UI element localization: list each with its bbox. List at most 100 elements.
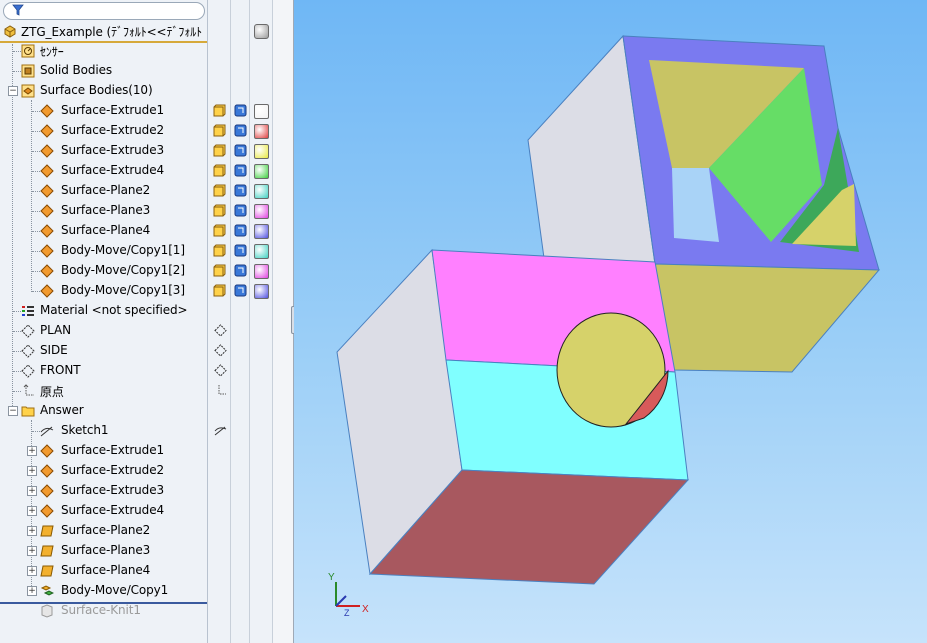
appearance-swatch[interactable] [254, 264, 269, 279]
appearance-swatch[interactable] [254, 184, 269, 199]
tree-item-label: Surface-Extrude3 [61, 483, 165, 497]
expand-toggle[interactable]: + [27, 586, 37, 596]
tree-item-surface-body[interactable]: Surface-Plane2 [0, 181, 207, 201]
tree-item-surface-body[interactable]: Body-Move/Copy1[2] [0, 261, 207, 281]
hide-show-icon[interactable] [213, 164, 226, 177]
expand-toggle[interactable]: + [27, 546, 37, 556]
tree-item-surface-bodies[interactable]: − Surface Bodies(10) [0, 81, 207, 101]
tree-item-plane-front[interactable]: FRONT [0, 361, 207, 381]
tree-item-label: Sketch1 [61, 423, 109, 437]
tree-item-answer-feature[interactable]: + Surface-Extrude2 [0, 461, 207, 481]
appearance-swatch[interactable] [254, 124, 269, 139]
surface-body-icon [40, 204, 54, 218]
graphics-viewport[interactable]: Y X Z [294, 0, 927, 643]
hide-show-icon[interactable] [213, 224, 226, 237]
appearance-swatch[interactable] [254, 284, 269, 299]
appearance-swatch[interactable] [254, 204, 269, 219]
expand-toggle[interactable]: + [27, 466, 37, 476]
tree-item-label: Surface-Knit1 [61, 603, 141, 617]
hide-show-icon[interactable] [213, 244, 226, 257]
tree-item-origin[interactable]: 原点 [0, 381, 207, 401]
surface-body-icon [40, 104, 54, 118]
tree-item-surface-body[interactable]: Surface-Extrude2 [0, 121, 207, 141]
display-mode-icon[interactable] [234, 224, 247, 237]
tree-item-plane-plan[interactable]: PLAN [0, 321, 207, 341]
collapse-toggle[interactable]: − [8, 406, 18, 416]
tree-item-answer-feature[interactable]: + Surface-Extrude4 [0, 501, 207, 521]
tree-item-solid-bodies[interactable]: Solid Bodies [0, 61, 207, 81]
display-mode-icon[interactable] [234, 284, 247, 297]
tree-item-label: Body-Move/Copy1[2] [61, 263, 185, 277]
expand-toggle[interactable]: + [27, 526, 37, 536]
hide-show-icon[interactable] [213, 264, 226, 277]
tree-item-plane-side[interactable]: SIDE [0, 341, 207, 361]
expand-toggle[interactable]: + [27, 566, 37, 576]
appearance-swatch[interactable] [254, 224, 269, 239]
plane-visibility-icon[interactable] [214, 344, 227, 357]
hide-show-icon[interactable] [213, 104, 226, 117]
appearance-swatch[interactable] [254, 24, 269, 39]
tree-item-answer-feature[interactable]: + Surface-Extrude3 [0, 481, 207, 501]
display-mode-icon[interactable] [234, 144, 247, 157]
tree-item-label: Surface-Extrude4 [61, 163, 165, 177]
tree-item-sensors[interactable]: ｾﾝｻｰ [0, 41, 207, 61]
display-mode-icon[interactable] [234, 164, 247, 177]
tree-item-answer-feature[interactable]: + Surface-Plane2 [0, 521, 207, 541]
tree-filter-input[interactable] [3, 2, 205, 20]
surface-body-icon [40, 244, 54, 258]
appearance-swatch[interactable] [254, 144, 269, 159]
triad-z-label: Z [344, 608, 350, 618]
tree-item-answer-feature[interactable]: Sketch1 [0, 421, 207, 441]
model-render[interactable]: Y X Z [294, 0, 927, 643]
display-mode-icon[interactable] [234, 244, 247, 257]
tree-item-label: SIDE [40, 343, 68, 357]
display-mode-icon[interactable] [234, 264, 247, 277]
hide-show-icon[interactable] [213, 144, 226, 157]
display-pane-column-hide-show [208, 0, 231, 643]
hide-show-icon[interactable] [213, 284, 226, 297]
tree-item-surface-body[interactable]: Body-Move/Copy1[3] [0, 281, 207, 301]
feature-manager-tree: ZTG_Example (ﾃﾞﾌｫﾙﾄ<<ﾃﾞﾌｫﾙﾄ ｾﾝｻｰ Solid B… [0, 0, 208, 643]
sketch-visibility-icon[interactable] [214, 424, 227, 437]
appearance-swatch[interactable] [254, 104, 269, 119]
tree-item-surface-body[interactable]: Surface-Extrude1 [0, 101, 207, 121]
tree-item-surface-body[interactable]: Surface-Plane4 [0, 221, 207, 241]
tree-item-surface-body[interactable]: Surface-Extrude4 [0, 161, 207, 181]
display-mode-icon[interactable] [234, 184, 247, 197]
origin-visibility-icon[interactable] [214, 384, 227, 397]
hide-show-icon[interactable] [213, 204, 226, 217]
surface-body-icon [40, 264, 54, 278]
tree-item-answer-feature[interactable]: + Body-Move/Copy1 [0, 581, 207, 601]
tree-item-surface-knit1[interactable]: Surface-Knit1 [0, 601, 207, 621]
collapse-toggle[interactable]: − [8, 86, 18, 96]
expand-toggle[interactable]: + [27, 446, 37, 456]
tree-item-material[interactable]: Material <not specified> [0, 301, 207, 321]
display-mode-icon[interactable] [234, 104, 247, 117]
display-mode-icon[interactable] [234, 124, 247, 137]
tree-item-answer-feature[interactable]: + Surface-Extrude1 [0, 441, 207, 461]
tree-filter-bar [0, 0, 207, 22]
hide-show-icon[interactable] [213, 124, 226, 137]
tree-item-folder-answer[interactable]: − Answer [0, 401, 207, 421]
plane-visibility-icon[interactable] [214, 364, 227, 377]
surface-body-icon [40, 224, 54, 238]
appearance-swatch[interactable] [254, 164, 269, 179]
back-box-bottom-olive [654, 263, 881, 373]
hide-show-icon[interactable] [213, 184, 226, 197]
part-icon [4, 25, 16, 38]
tree-item-surface-body[interactable]: Body-Move/Copy1[1] [0, 241, 207, 261]
surface-bodies-folder-icon [21, 84, 35, 98]
display-pane-column-display-mode [231, 0, 250, 643]
display-mode-icon[interactable] [234, 204, 247, 217]
tree-item-answer-feature[interactable]: + Surface-Plane4 [0, 561, 207, 581]
plane-visibility-icon[interactable] [214, 324, 227, 337]
expand-toggle[interactable]: + [27, 486, 37, 496]
surface-extrude-icon [40, 504, 54, 518]
tree-item-surface-body[interactable]: Surface-Extrude3 [0, 141, 207, 161]
tree-root-part[interactable]: ZTG_Example (ﾃﾞﾌｫﾙﾄ<<ﾃﾞﾌｫﾙﾄ [0, 21, 207, 41]
surface-body-icon [40, 284, 54, 298]
tree-item-answer-feature[interactable]: + Surface-Plane3 [0, 541, 207, 561]
expand-toggle[interactable]: + [27, 506, 37, 516]
appearance-swatch[interactable] [254, 244, 269, 259]
tree-item-surface-body[interactable]: Surface-Plane3 [0, 201, 207, 221]
